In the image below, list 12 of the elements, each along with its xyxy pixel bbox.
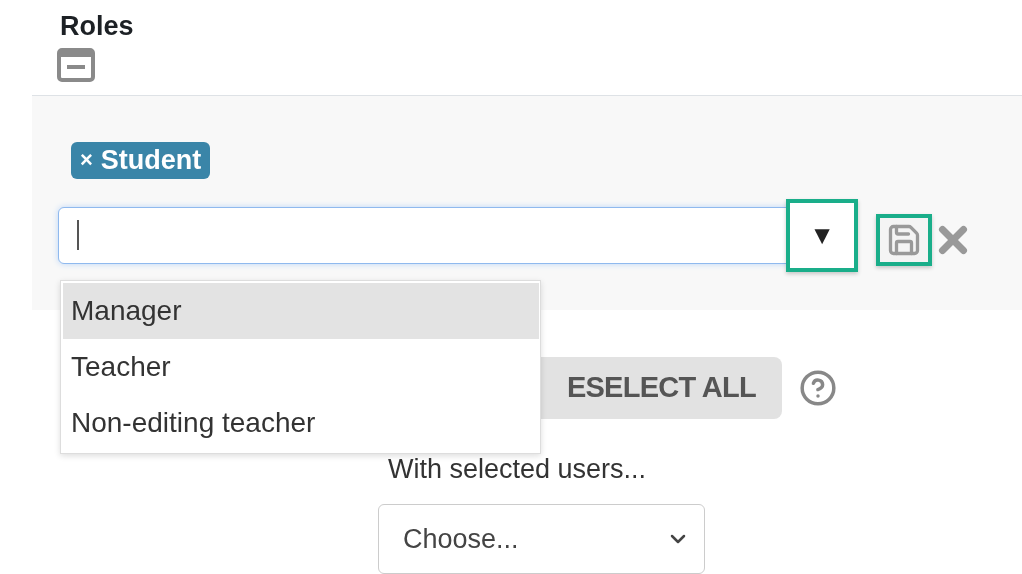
bulk-action-select[interactable]: Choose... [378,504,705,574]
save-button[interactable] [876,214,932,267]
tag-label: Student [100,146,202,174]
bulk-action-label: With selected users... [388,453,647,484]
help-icon[interactable] [799,368,837,407]
option-item[interactable]: Manager [63,283,539,339]
dropdown-toggle[interactable]: ▼ [786,198,858,272]
remove-tag-button[interactable]: × [80,149,93,172]
collapse-icon[interactable] [57,47,95,82]
section-heading: Roles [60,10,134,43]
deselect-all-button[interactable]: ESELECT ALL [541,356,782,419]
role-tag[interactable]: × Student [71,141,211,179]
